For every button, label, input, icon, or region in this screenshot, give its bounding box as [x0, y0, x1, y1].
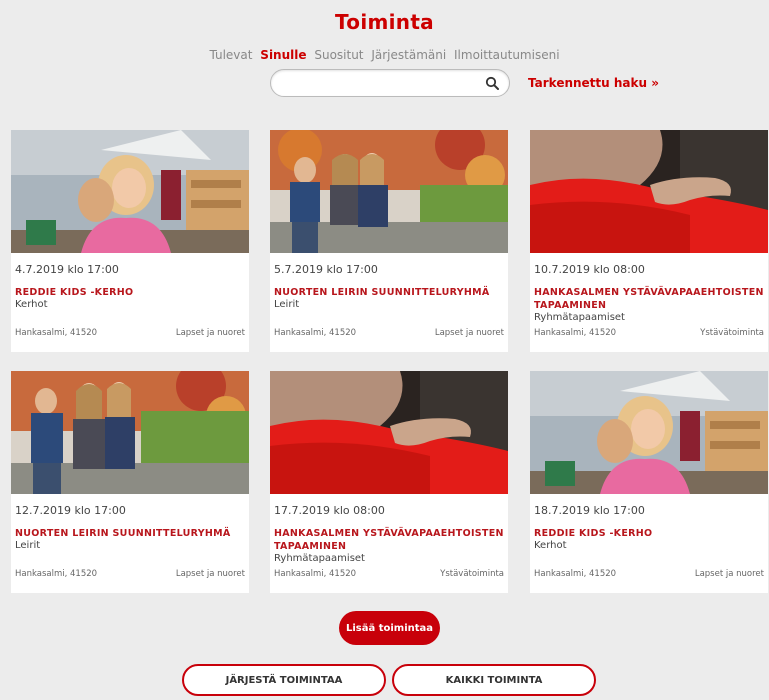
event-name[interactable]: HANKASALMEN YSTÄVÄVAPAAEHTOISTEN TAPAAMI… [274, 527, 504, 553]
event-category: Leirit [274, 299, 300, 310]
tab-sinulle[interactable]: Sinulle [260, 48, 306, 62]
event-name[interactable]: NUORTEN LEIRIN SUUNNITTELURYHMÄ [274, 286, 504, 299]
filter-tabs: Tulevat Sinulle Suositut Järjestämäni Il… [0, 48, 769, 62]
advanced-search-link[interactable]: Tarkennettu haku » [528, 76, 659, 90]
event-image [270, 371, 508, 494]
tab-jarjestamani[interactable]: Järjestämäni [371, 48, 446, 62]
event-location: Hankasalmi, 41520 [274, 328, 357, 338]
event-date: 10.7.2019 klo 08:00 [534, 263, 645, 276]
event-card[interactable]: 18.7.2019 klo 17:00 REDDIE KIDS -KERHO K… [530, 371, 768, 593]
event-name[interactable]: HANKASALMEN YSTÄVÄVAPAAEHTOISTEN TAPAAMI… [534, 286, 764, 312]
event-image [270, 130, 508, 253]
event-location: Hankasalmi, 41520 [274, 569, 357, 579]
event-location: Hankasalmi, 41520 [15, 569, 98, 579]
page-title: Toiminta [335, 10, 434, 34]
event-card[interactable]: 12.7.2019 klo 17:00 NUORTEN LEIRIN SUUNN… [11, 371, 249, 593]
event-location: Hankasalmi, 41520 [15, 328, 98, 338]
event-date: 12.7.2019 klo 17:00 [15, 504, 126, 517]
tab-tulevat[interactable]: Tulevat [209, 48, 252, 62]
event-card[interactable]: 10.7.2019 klo 08:00 HANKASALMEN YSTÄVÄVA… [530, 130, 768, 352]
event-location: Hankasalmi, 41520 [534, 569, 617, 579]
event-date: 4.7.2019 klo 17:00 [15, 263, 119, 276]
event-tag: Lapset ja nuoret [175, 569, 245, 579]
event-category: Ryhmätapaamiset [534, 312, 625, 323]
event-tag: Ystävätoiminta [440, 569, 504, 579]
event-card[interactable]: 4.7.2019 klo 17:00 REDDIE KIDS -KERHO Ke… [11, 130, 249, 352]
event-image [530, 371, 768, 494]
all-activities-button[interactable]: KAIKKI TOIMINTA [392, 664, 596, 696]
event-category: Kerhot [15, 299, 48, 310]
event-date: 5.7.2019 klo 17:00 [274, 263, 378, 276]
event-category: Kerhot [534, 540, 567, 551]
event-image [11, 371, 249, 494]
event-card[interactable]: 5.7.2019 klo 17:00 NUORTEN LEIRIN SUUNNI… [270, 130, 508, 352]
tab-suositut[interactable]: Suositut [314, 48, 363, 62]
event-tag: Lapset ja nuoret [694, 569, 764, 579]
event-category: Ryhmätapaamiset [274, 553, 365, 564]
search-icon[interactable] [485, 76, 499, 90]
event-tag: Ystävätoiminta [700, 328, 764, 338]
organize-activity-button[interactable]: JÄRJESTÄ TOIMINTAA [182, 664, 386, 696]
event-card[interactable]: 17.7.2019 klo 08:00 HANKASALMEN YSTÄVÄVA… [270, 371, 508, 593]
search-box [270, 69, 510, 97]
event-date: 17.7.2019 klo 08:00 [274, 504, 385, 517]
event-date: 18.7.2019 klo 17:00 [534, 504, 645, 517]
event-name[interactable]: REDDIE KIDS -KERHO [534, 527, 764, 540]
tab-ilmoittautumiseni[interactable]: Ilmoittautumiseni [454, 48, 560, 62]
event-tag: Lapset ja nuoret [175, 328, 245, 338]
load-more-button[interactable]: Lisää toimintaa [339, 611, 440, 645]
event-image [11, 130, 249, 253]
event-tag: Lapset ja nuoret [434, 328, 504, 338]
event-category: Leirit [15, 540, 41, 551]
event-name[interactable]: REDDIE KIDS -KERHO [15, 286, 245, 299]
search-input[interactable] [283, 70, 483, 96]
event-location: Hankasalmi, 41520 [534, 328, 617, 338]
event-image [530, 130, 768, 253]
event-name[interactable]: NUORTEN LEIRIN SUUNNITTELURYHMÄ [15, 527, 245, 540]
